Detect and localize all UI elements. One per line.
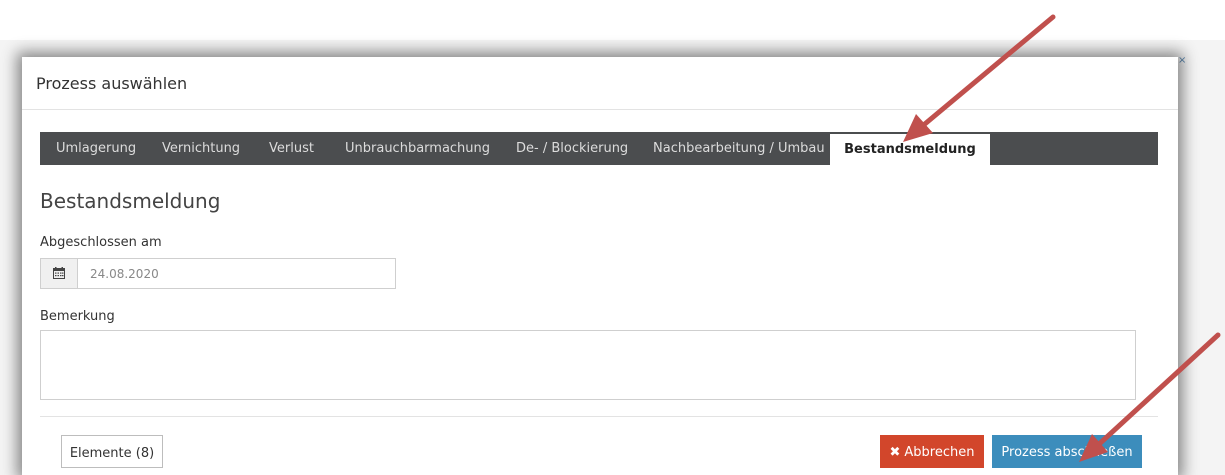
footer-divider [40,416,1158,417]
remark-textarea[interactable] [40,330,1136,400]
process-select-dialog: Prozess auswählen Umlagerung Vernichtung… [22,57,1178,475]
tab-de-blockierung[interactable]: De- / Blockierung [516,132,628,165]
cancel-button-label: Abbrechen [904,445,975,460]
date-label: Abgeschlossen am [40,235,162,250]
process-tabbar: Umlagerung Vernichtung Verlust Unbrauchb… [40,132,1158,166]
remark-label: Bemerkung [40,309,115,324]
dialog-title: Prozess auswählen [36,74,188,93]
elements-button[interactable]: Elemente (8) [61,435,163,468]
tab-umlagerung[interactable]: Umlagerung [56,132,136,165]
tab-bestandsmeldung[interactable]: Bestandsmeldung [830,134,990,166]
tab-vernichtung[interactable]: Vernichtung [162,132,240,165]
section-title: Bestandsmeldung [40,189,221,213]
calendar-icon[interactable] [41,259,78,288]
complete-process-button[interactable]: Prozess abschließen [992,435,1142,468]
date-field-group [40,258,396,289]
dialog-header: Prozess auswählen [22,57,1178,110]
completed-date-input[interactable] [78,259,394,288]
tab-unbrauchbarmachung[interactable]: Unbrauchbarmachung [345,132,490,165]
times-icon: ✖ [889,445,901,460]
tab-nachbearbeitung-umbau[interactable]: Nachbearbeitung / Umbau [653,132,825,165]
cancel-button[interactable]: ✖ Abbrechen [880,435,984,468]
tab-verlust[interactable]: Verlust [269,132,314,165]
backdrop-close-icon[interactable]: × [1178,55,1186,66]
